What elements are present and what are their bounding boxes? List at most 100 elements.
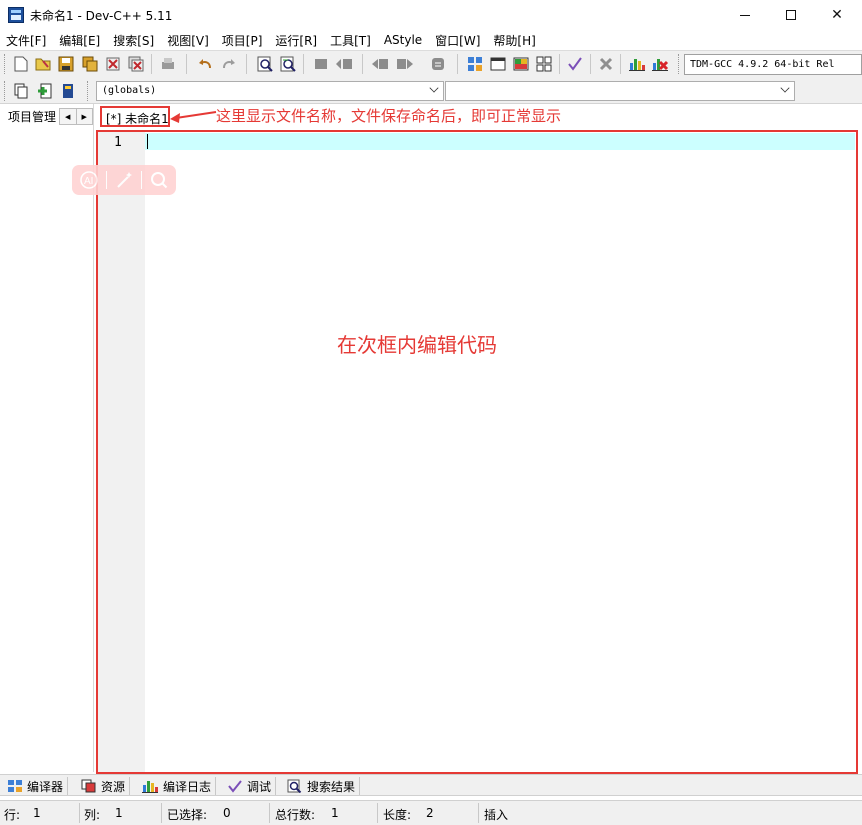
toggle-bookmark-button[interactable]	[311, 54, 331, 74]
insert-button[interactable]	[11, 81, 31, 101]
scroll-left-button[interactable]: ◀	[60, 109, 77, 124]
delete-profile-icon	[652, 59, 669, 71]
menu-help[interactable]: 帮助[H]	[493, 32, 535, 49]
layout-button[interactable]	[511, 54, 531, 74]
new-project-button[interactable]	[465, 54, 485, 74]
status-length-value: 2	[426, 806, 434, 820]
book-icon	[63, 84, 73, 98]
new-file-button[interactable]	[11, 54, 31, 74]
status-total-value: 1	[331, 806, 339, 820]
check-syntax-button[interactable]	[565, 54, 585, 74]
scroll-right-button[interactable]: ▶	[77, 109, 93, 124]
search-button[interactable]	[142, 165, 176, 195]
save-all-button[interactable]	[80, 54, 100, 74]
scope-combo[interactable]: (globals)	[96, 81, 444, 101]
status-insert-mode: 插入	[484, 808, 509, 822]
code-editor[interactable]: 1	[96, 130, 858, 774]
panel-tab-scroller: ◀ ▶	[59, 108, 93, 125]
ai-button[interactable]: AI	[72, 165, 106, 195]
window-button[interactable]	[488, 54, 508, 74]
menu-run[interactable]: 运行[R]	[275, 32, 317, 49]
magic-wand-button[interactable]	[107, 165, 141, 195]
delete-profile-button[interactable]	[650, 54, 670, 74]
svg-text:AI: AI	[84, 176, 93, 187]
profile-button[interactable]	[627, 54, 647, 74]
tab-search-results[interactable]: 搜索结果	[284, 777, 361, 795]
goto-bookmark-button[interactable]	[334, 54, 354, 74]
line-number-gutter: 1	[96, 132, 145, 772]
debug-check-icon	[228, 780, 242, 793]
tab-resources[interactable]: 资源	[78, 777, 131, 795]
status-divider	[478, 803, 479, 823]
bottom-panel-tabs: 编译器 资源 编译日志 调试 搜索结果	[0, 774, 862, 796]
menu-edit[interactable]: 编辑[E]	[59, 32, 100, 49]
undo-button[interactable]	[195, 54, 215, 74]
search-icon	[151, 172, 168, 189]
unindent-button[interactable]	[395, 54, 415, 74]
grid-view-icon	[536, 56, 552, 72]
close-all-icon	[128, 56, 144, 72]
comment-icon	[432, 58, 444, 70]
status-row-value: 1	[33, 806, 41, 820]
stop-button[interactable]	[596, 54, 616, 74]
replace-button[interactable]	[278, 54, 298, 74]
comment-button[interactable]	[428, 54, 448, 74]
menu-search[interactable]: 搜索[S]	[113, 32, 154, 49]
close-button[interactable]: ✕	[814, 0, 860, 30]
toolbar-grip	[4, 81, 7, 101]
close-all-button[interactable]	[126, 54, 146, 74]
devcpp-app-icon	[8, 7, 24, 23]
status-divider	[79, 803, 80, 823]
tab-debug-label: 调试	[247, 779, 272, 794]
ai-icon: AI	[80, 171, 98, 189]
editor-annotation: 在次框内编辑代码	[337, 333, 497, 357]
close-file-button[interactable]	[103, 54, 123, 74]
menu-file[interactable]: 文件[F]	[6, 32, 46, 49]
status-selected-label: 已选择:	[167, 808, 208, 822]
symbol-combo[interactable]	[445, 81, 795, 101]
close-icon: ✕	[831, 7, 843, 23]
line-number: 1	[114, 135, 122, 150]
add-to-project-button[interactable]	[35, 81, 55, 101]
search-results-icon	[287, 779, 302, 793]
compiler-select[interactable]: TDM-GCC 4.9.2 64-bit Rel	[684, 54, 862, 75]
menu-project[interactable]: 项目[P]	[222, 32, 263, 49]
tab-project-manager[interactable]: 项目管理	[8, 108, 56, 125]
menu-astyle[interactable]: AStyle	[384, 33, 422, 47]
minimize-button[interactable]	[722, 0, 768, 30]
status-col-label: 列:	[84, 808, 101, 822]
compile-log-chart-icon	[142, 781, 158, 793]
indent-button[interactable]	[370, 54, 390, 74]
menu-bar: 文件[F] 编辑[E] 搜索[S] 视图[V] 项目[P] 运行[R] 工具[T…	[0, 30, 862, 50]
menu-view[interactable]: 视图[V]	[167, 32, 209, 49]
layout-icon	[513, 57, 529, 71]
tab-compiler[interactable]: 编译器	[4, 777, 69, 795]
save-button[interactable]	[56, 54, 76, 74]
editor-tab-untitled[interactable]: [*] 未命名1	[100, 106, 170, 127]
toolbar-separator	[186, 54, 187, 74]
new-file-icon	[14, 56, 28, 72]
grid-view-button[interactable]	[534, 54, 554, 74]
print-button[interactable]	[158, 54, 178, 74]
close-file-icon	[106, 57, 120, 71]
tab-compile-log[interactable]: 编译日志	[138, 777, 217, 795]
toolbar-grip	[4, 54, 7, 74]
redo-icon	[223, 59, 235, 69]
open-folder-icon	[35, 58, 51, 71]
menu-window[interactable]: 窗口[W]	[435, 32, 480, 49]
tab-debug[interactable]: 调试	[224, 777, 277, 795]
maximize-icon	[786, 10, 796, 20]
find-button[interactable]	[255, 54, 275, 74]
text-caret	[147, 134, 148, 149]
annotation-arrow-icon	[170, 111, 217, 123]
maximize-button[interactable]	[768, 0, 814, 30]
open-file-button[interactable]	[33, 54, 53, 74]
toolbar-separator	[246, 54, 247, 74]
status-divider	[161, 803, 162, 823]
redo-button[interactable]	[219, 54, 239, 74]
toolbar-separator	[590, 54, 591, 74]
goto-file-button[interactable]	[58, 81, 78, 101]
toolbar-separator	[620, 54, 621, 74]
toolbar-separator	[303, 54, 304, 74]
menu-tools[interactable]: 工具[T]	[330, 32, 371, 49]
